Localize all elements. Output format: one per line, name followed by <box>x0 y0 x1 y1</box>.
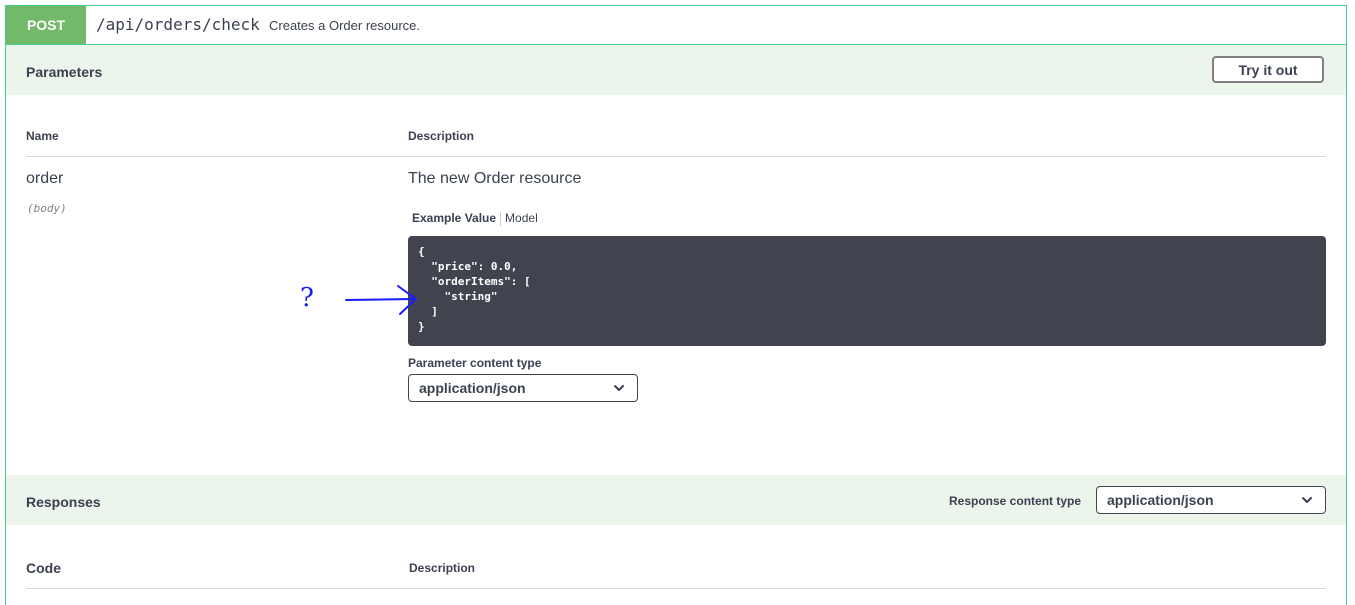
parameter-location: (body) <box>27 202 67 215</box>
responses-table-divider <box>26 588 1326 589</box>
responses-header: Responses Response content type applicat… <box>6 475 1346 525</box>
annotation-question-mark: ? <box>300 283 314 313</box>
parameter-content-type-select[interactable]: application/json <box>408 374 638 402</box>
try-it-out-button[interactable]: Try it out <box>1212 56 1324 83</box>
column-header-name: Name <box>26 129 59 143</box>
operation-block: POST /api/orders/check Creates a Order r… <box>5 5 1347 605</box>
parameter-name: order <box>26 170 64 187</box>
response-content-type-label: Response content type <box>949 494 1082 508</box>
chevron-down-icon <box>614 385 624 391</box>
response-content-type-select[interactable]: application/json <box>1096 486 1326 514</box>
endpoint-path: /api/orders/check <box>96 15 260 34</box>
tab-example-value[interactable]: Example Value <box>412 211 496 225</box>
column-header-response-description: Description <box>409 561 476 575</box>
chevron-down-icon <box>1302 497 1312 503</box>
parameters-header: Parameters Try it out <box>6 45 1346 95</box>
example-value-code: { "price": 0.0, "orderItems": [ "string"… <box>408 236 1326 346</box>
column-header-code: Code <box>26 560 61 576</box>
parameter-content-type-value: application/json <box>419 380 526 396</box>
tab-model[interactable]: Model <box>505 211 538 225</box>
operation-summary[interactable]: POST /api/orders/check Creates a Order r… <box>6 6 1346 45</box>
responses-title: Responses <box>26 494 101 510</box>
table-divider <box>26 156 1326 157</box>
http-method-badge: POST <box>6 6 86 44</box>
operation-summary-text: Creates a Order resource. <box>269 18 421 33</box>
tab-divider <box>500 211 502 226</box>
parameter-content-type-label: Parameter content type <box>408 356 542 370</box>
example-tabs: Example Value Model <box>412 211 538 226</box>
hand-drawn-arrow-icon: ? <box>300 283 417 315</box>
parameters-title: Parameters <box>26 64 103 80</box>
parameter-description: The new Order resource <box>408 170 582 187</box>
response-content-type-value: application/json <box>1107 492 1214 508</box>
column-header-description: Description <box>408 129 475 143</box>
